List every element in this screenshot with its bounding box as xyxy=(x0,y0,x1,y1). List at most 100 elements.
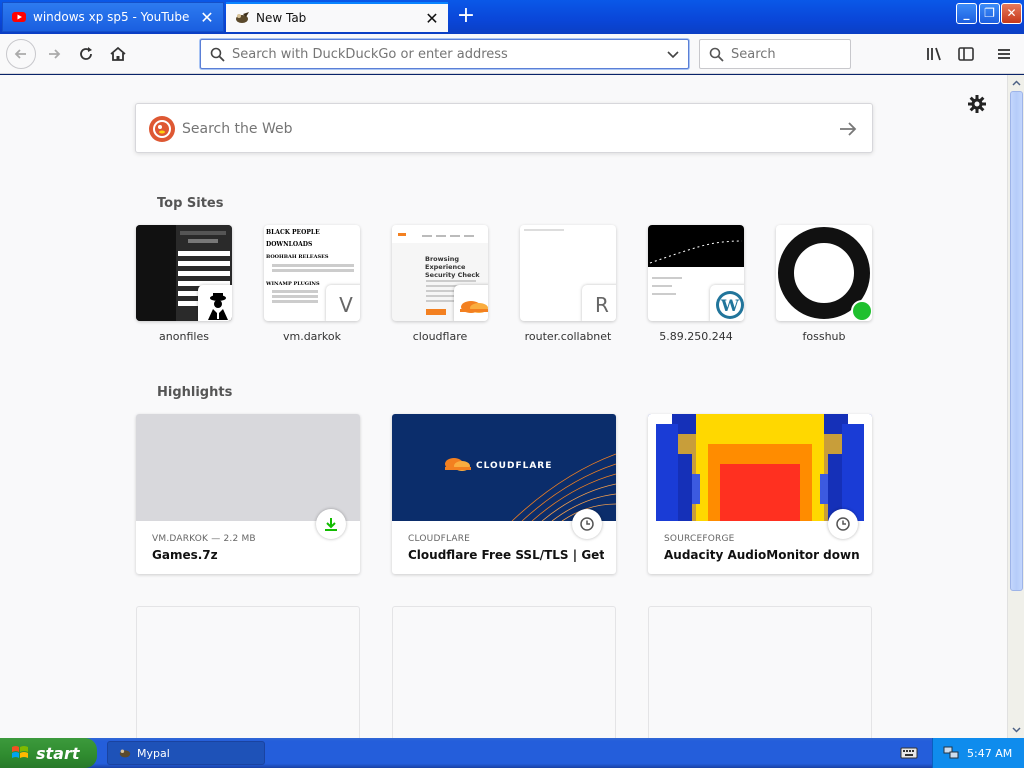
nav-toolbar xyxy=(0,34,1024,74)
taskbar-item-label: Mypal xyxy=(137,746,170,760)
site-label: cloudflare xyxy=(412,330,468,343)
url-bar[interactable] xyxy=(200,39,689,69)
card-title: Games.7z xyxy=(152,548,218,562)
scroll-up-icon[interactable] xyxy=(1009,76,1024,91)
download-icon xyxy=(316,509,346,539)
top-site-5-89-250-244[interactable]: W 5.89.250.244 xyxy=(648,225,744,343)
card-title: Cloudflare Free SSL/TLS | Get SS... xyxy=(408,548,604,562)
home-icon xyxy=(110,46,126,61)
arrow-right-icon xyxy=(49,49,61,59)
arrow-right-icon[interactable] xyxy=(838,119,858,139)
close-tab-icon[interactable]: ✕ xyxy=(422,9,442,28)
site-thumbnail: W xyxy=(648,225,744,321)
clock[interactable]: 5:47 AM xyxy=(967,747,1012,760)
search-icon xyxy=(210,47,225,62)
site-label: router.collabnet xyxy=(524,330,612,343)
system-tray: 5:47 AM xyxy=(932,738,1024,768)
window-close-button[interactable]: ✕ xyxy=(1001,3,1022,24)
title-bar: windows xp sp5 - YouTube ✕ New Tab ✕ + _… xyxy=(0,0,1024,34)
tab-label: windows xp sp5 - YouTube xyxy=(33,10,190,24)
card-preview: CLOUDFLARE xyxy=(392,414,616,522)
network-icon[interactable] xyxy=(943,746,959,760)
highlight-card-games[interactable]: VM.DARKOK — 2.2 MB Games.7z xyxy=(136,414,360,574)
top-site-router-collabnet[interactable]: R router.collabnet xyxy=(520,225,616,343)
arrow-left-icon xyxy=(14,49,26,59)
web-search-input[interactable] xyxy=(182,118,782,140)
empty-highlight-placeholder xyxy=(392,606,616,738)
windows-flag-icon xyxy=(12,746,28,758)
highlight-card-cloudflare[interactable]: CLOUDFLARE CLOUDFLARE Cloudflare Free SS… xyxy=(392,414,616,574)
taskbar: start Mypal 5:47 AM xyxy=(0,738,1024,768)
site-label: fosshub xyxy=(802,330,846,343)
start-label: start xyxy=(36,743,80,763)
vertical-scrollbar[interactable] xyxy=(1007,75,1024,738)
clock-icon xyxy=(828,509,858,539)
library-icon xyxy=(927,47,941,61)
site-thumbnail: Browsing Experience Security Check xyxy=(392,225,488,321)
top-site-fosshub[interactable]: fosshub xyxy=(776,225,872,343)
fosshub-logo-icon xyxy=(778,227,872,321)
back-button[interactable] xyxy=(6,39,36,69)
wordpress-icon: W xyxy=(710,285,744,321)
top-site-vm-darkok[interactable]: BLACK PEOPLE DOWNLOADS BOOHBAH RELEASES … xyxy=(264,225,360,343)
chevron-down-icon[interactable] xyxy=(666,47,680,61)
cloudflare-icon xyxy=(454,285,488,321)
top-sites-heading: Top Sites xyxy=(157,196,224,211)
site-initial-badge: R xyxy=(582,285,616,321)
top-site-cloudflare[interactable]: Browsing Experience Security Check cloud… xyxy=(392,225,488,343)
anonymous-mask-icon xyxy=(198,285,232,321)
site-label: vm.darkok xyxy=(282,330,342,343)
highlight-card-audacity[interactable]: SOURCEFORGE Audacity AudioMonitor downlo… xyxy=(648,414,872,574)
close-tab-icon[interactable]: ✕ xyxy=(197,8,217,27)
site-thumbnail: BLACK PEOPLE DOWNLOADS BOOHBAH RELEASES … xyxy=(264,225,360,321)
site-initial-badge: V xyxy=(326,285,360,321)
search-icon xyxy=(709,47,724,62)
site-thumbnail xyxy=(136,225,232,321)
sidebar-button[interactable] xyxy=(952,40,980,68)
empty-highlight-placeholder xyxy=(136,606,360,738)
card-title: Audacity AudioMonitor downloa... xyxy=(664,548,860,562)
svg-text:W: W xyxy=(720,296,740,315)
site-thumbnail: R xyxy=(520,225,616,321)
search-input[interactable] xyxy=(731,44,841,64)
card-preview xyxy=(648,414,872,521)
thumb-text: Browsing Experience xyxy=(425,255,466,271)
mypal-icon xyxy=(236,12,249,23)
new-tab-page: Top Sites xyxy=(0,75,1007,738)
empty-highlight-placeholder xyxy=(648,606,872,738)
duckduckgo-icon xyxy=(149,116,175,142)
clock-icon xyxy=(572,509,602,539)
card-preview xyxy=(136,414,360,521)
keyboard-icon[interactable] xyxy=(900,746,918,760)
hamburger-menu-icon xyxy=(998,49,1010,59)
reload-button[interactable] xyxy=(72,40,100,68)
url-input[interactable] xyxy=(232,44,652,64)
minimize-button[interactable]: _ xyxy=(956,3,977,24)
taskbar-item-mypal[interactable]: Mypal xyxy=(107,741,265,765)
web-search-box[interactable] xyxy=(135,103,873,153)
scroll-down-icon[interactable] xyxy=(1009,722,1024,737)
card-source: CLOUDFLARE xyxy=(408,534,471,544)
thumb-text: DOWNLOADS xyxy=(266,241,313,248)
tab-new-tab[interactable]: New Tab ✕ xyxy=(226,2,448,32)
start-button[interactable]: start xyxy=(0,738,97,768)
forward-button[interactable] xyxy=(40,40,68,68)
gear-icon[interactable] xyxy=(966,93,988,115)
menu-button[interactable] xyxy=(990,40,1018,68)
library-button[interactable] xyxy=(920,40,948,68)
reload-icon xyxy=(80,47,92,60)
thumb-text: BOOHBAH RELEASES xyxy=(266,254,329,260)
sidebar-icon xyxy=(958,47,974,61)
search-bar[interactable] xyxy=(699,39,851,69)
mypal-icon xyxy=(119,749,131,758)
new-tab-button[interactable]: + xyxy=(452,4,480,30)
tab-youtube[interactable]: windows xp sp5 - YouTube ✕ xyxy=(2,2,224,32)
maximize-button[interactable]: ❐ xyxy=(979,3,1000,24)
top-site-anonfiles[interactable]: anonfiles xyxy=(136,225,232,343)
site-label: 5.89.250.244 xyxy=(659,330,733,343)
home-button[interactable] xyxy=(104,40,132,68)
site-thumbnail xyxy=(776,225,872,321)
scroll-thumb[interactable] xyxy=(1010,91,1023,591)
tab-label: New Tab xyxy=(256,11,307,25)
youtube-icon xyxy=(12,12,26,22)
